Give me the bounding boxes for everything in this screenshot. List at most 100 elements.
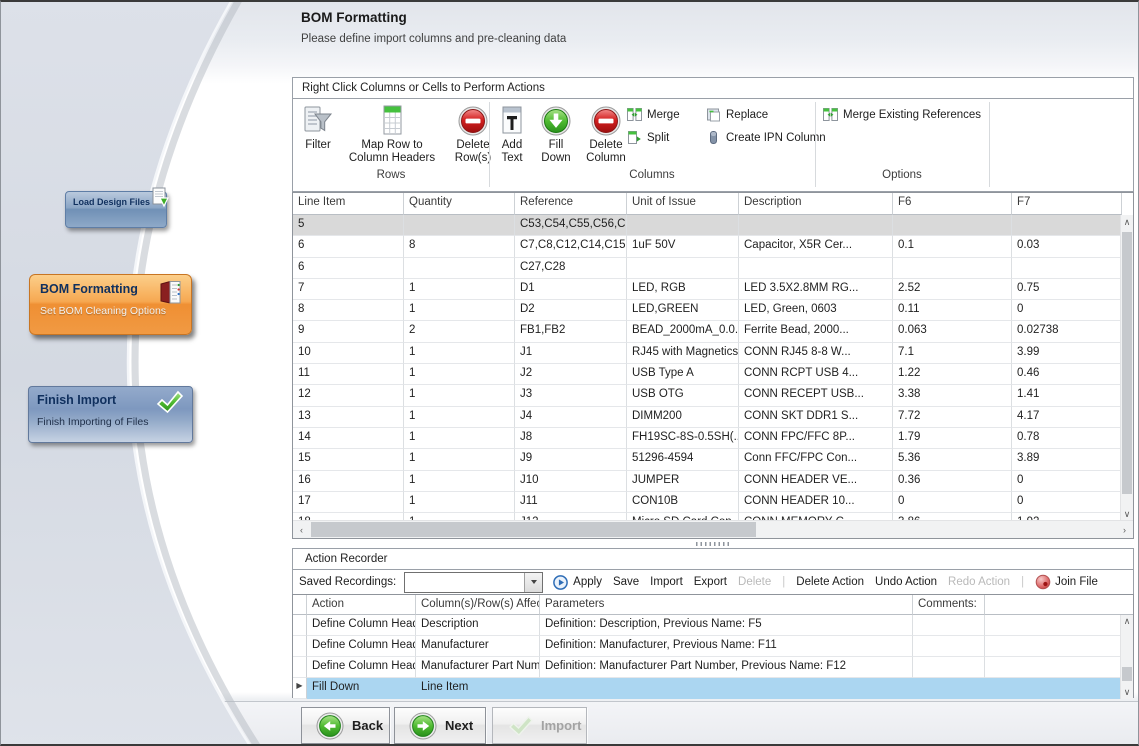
cell[interactable]	[913, 615, 985, 636]
cell[interactable]: CONN RJ45 8-8 W...	[739, 343, 893, 364]
cell[interactable]	[913, 636, 985, 657]
cell[interactable]: 1uF 50V	[627, 236, 739, 257]
cell[interactable]: J3	[515, 385, 627, 406]
cell[interactable]: Definition: Description, Previous Name: …	[540, 615, 913, 636]
cell[interactable]: J10	[515, 471, 627, 492]
cell[interactable]: 4.17	[1012, 407, 1122, 428]
bom-row[interactable]: 111J2USB Type ACONN RCPT USB 4...1.220.4…	[293, 364, 1122, 385]
cell[interactable]	[985, 615, 1122, 636]
cell[interactable]: CONN HEADER 10...	[739, 492, 893, 513]
cell[interactable]: 3.38	[893, 385, 1012, 406]
cell[interactable]: LED 3.5X2.8MM RG...	[739, 279, 893, 300]
cell[interactable]: BEAD_2000mA_0.0...	[627, 321, 739, 342]
cell[interactable]: 0.46	[1012, 364, 1122, 385]
row-selector[interactable]	[293, 657, 307, 678]
cell[interactable]: 7	[293, 279, 404, 300]
row-selector[interactable]	[293, 636, 307, 657]
cell[interactable]: J8	[515, 428, 627, 449]
cell[interactable]	[893, 215, 1012, 236]
cell[interactable]: 1.41	[1012, 385, 1122, 406]
cell[interactable]	[1012, 258, 1122, 279]
cell[interactable]: J11	[515, 492, 627, 513]
cell[interactable]: CONN FPC/FFC 8P...	[739, 428, 893, 449]
save-recording-button[interactable]: Save	[613, 576, 639, 588]
cell[interactable]: 0.36	[893, 471, 1012, 492]
cell[interactable]: 13	[293, 407, 404, 428]
cell[interactable]: 0.75	[1012, 279, 1122, 300]
cell[interactable]: FH19SC-8S-0.5SH(...	[627, 428, 739, 449]
join-file-button[interactable]: Join File	[1055, 576, 1098, 588]
redo-action-button[interactable]: Redo Action	[948, 576, 1010, 588]
cell[interactable]: USB OTG	[627, 385, 739, 406]
cell[interactable]: 3.99	[1012, 343, 1122, 364]
cell[interactable]: 1	[404, 407, 515, 428]
apply-button[interactable]: Apply	[573, 576, 602, 588]
bom-row[interactable]: 81D2LED,GREENLED, Green, 06030.110	[293, 300, 1122, 321]
cell[interactable]: CONN HEADER VE...	[739, 471, 893, 492]
create-ipn-column-button[interactable]: Create IPN Column	[706, 129, 826, 146]
bom-row[interactable]: 161J10JUMPERCONN HEADER VE...0.360	[293, 471, 1122, 492]
cell[interactable]: J4	[515, 407, 627, 428]
next-button[interactable]: Next	[394, 707, 486, 744]
bom-row[interactable]: 121J3USB OTGCONN RECEPT USB...3.381.41	[293, 385, 1122, 406]
cell[interactable]: LED,GREEN	[627, 300, 739, 321]
bom-row[interactable]: 92FB1,FB2BEAD_2000mA_0.0...Ferrite Bead,…	[293, 321, 1122, 342]
scroll-left-button[interactable]: ‹	[293, 521, 310, 538]
cell[interactable]: D2	[515, 300, 627, 321]
cell[interactable]: Definition: Manufacturer, Previous Name:…	[540, 636, 913, 657]
cell[interactable]: 1	[404, 492, 515, 513]
vscroll-thumb[interactable]	[1122, 232, 1132, 494]
cell[interactable]: C53,C54,C55,C56,C...	[515, 215, 627, 236]
export-recording-button[interactable]: Export	[694, 576, 727, 588]
splitter-grip[interactable]	[696, 542, 730, 546]
cell[interactable]	[739, 215, 893, 236]
bom-row[interactable]: 6C27,C28	[293, 258, 1122, 279]
wizard-step-load-design-files[interactable]: Load Design Files	[65, 191, 167, 228]
cell[interactable]: LED, Green, 0603	[739, 300, 893, 321]
column-header[interactable]: F6	[893, 193, 1012, 215]
delete-column-button[interactable]: Delete Column	[580, 103, 632, 166]
cell[interactable]: 5	[293, 215, 404, 236]
column-header[interactable]: Line Item	[293, 193, 404, 215]
combo-dropdown-button[interactable]	[524, 573, 542, 592]
cell[interactable]: 15	[293, 449, 404, 470]
cell[interactable]: Fill Down	[307, 678, 416, 699]
cell[interactable]: 1.79	[893, 428, 1012, 449]
fill-down-button[interactable]: Fill Down	[534, 103, 578, 166]
import-button[interactable]: Import	[492, 707, 587, 744]
cell[interactable]: 0	[1012, 300, 1122, 321]
vscroll-thumb[interactable]	[1122, 667, 1132, 681]
column-header[interactable]: Reference	[515, 193, 627, 215]
cell[interactable]: 1	[404, 343, 515, 364]
bom-row[interactable]: 5 C53,C54,C55,C56,C...	[293, 215, 1122, 236]
cell[interactable]: 12	[293, 385, 404, 406]
cell[interactable]: 1	[404, 364, 515, 385]
cell[interactable]	[985, 678, 1122, 699]
cell[interactable]: 1.22	[893, 364, 1012, 385]
cell[interactable]: D1	[515, 279, 627, 300]
cell[interactable]	[985, 636, 1122, 657]
cell[interactable]: Line Item	[416, 678, 540, 699]
cell[interactable]: 1	[404, 428, 515, 449]
cell[interactable]: 1	[404, 449, 515, 470]
map-row-to-column-headers-button[interactable]: Map Row to Column Headers	[340, 103, 444, 166]
column-header[interactable]: Description	[739, 193, 893, 215]
scroll-up-button[interactable]: ∧	[1121, 615, 1133, 628]
cell[interactable]	[913, 678, 985, 699]
cell[interactable]: Manufacturer Part Number	[416, 657, 540, 678]
cell[interactable]: 0.1	[893, 236, 1012, 257]
cell[interactable]: CONN RCPT USB 4...	[739, 364, 893, 385]
cell[interactable]: C7,C8,C12,C14,C15,...	[515, 236, 627, 257]
bom-row[interactable]: 101J1RJ45 with MagneticsCONN RJ45 8-8 W.…	[293, 343, 1122, 364]
bom-row[interactable]: 131J4DIMM200CONN SKT DDR1 S...7.724.17	[293, 407, 1122, 428]
cell[interactable]: J1	[515, 343, 627, 364]
cell[interactable]: FB1,FB2	[515, 321, 627, 342]
undo-action-button[interactable]: Undo Action	[875, 576, 937, 588]
cell[interactable]: 17	[293, 492, 404, 513]
cell[interactable]: 1	[404, 471, 515, 492]
column-header[interactable]: Comments:	[913, 595, 985, 615]
bom-row[interactable]: 171J11CON10BCONN HEADER 10...00	[293, 492, 1122, 513]
cell[interactable]: Define Column Header	[307, 636, 416, 657]
saved-recordings-combobox[interactable]	[404, 572, 543, 593]
cell[interactable]	[540, 678, 913, 699]
